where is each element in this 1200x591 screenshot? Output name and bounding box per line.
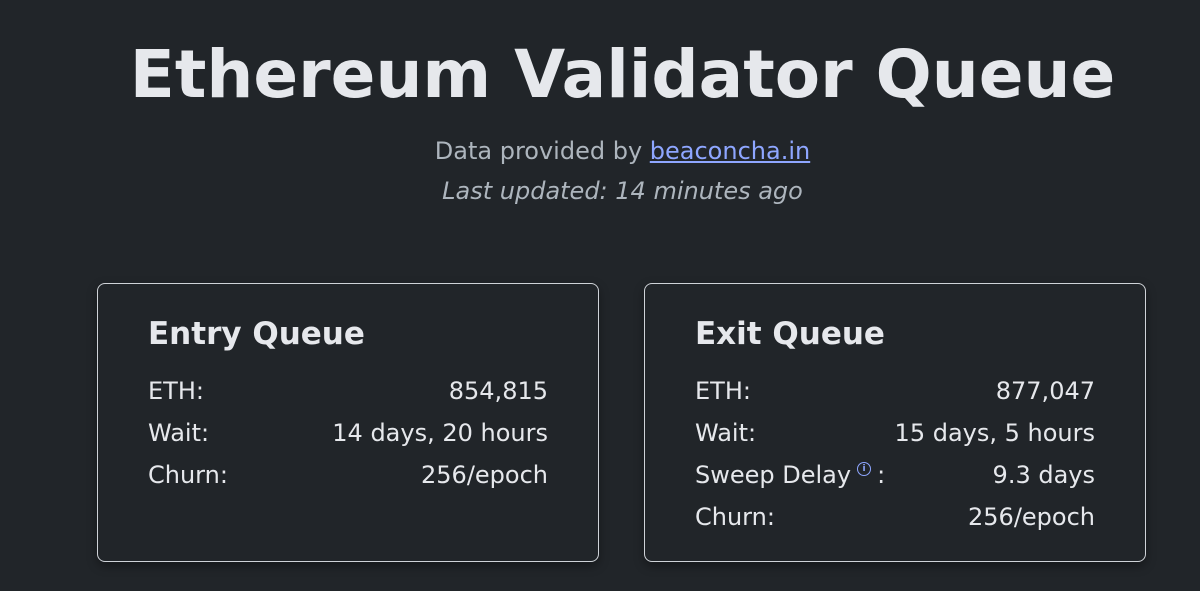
entry-eth-value: 854,815 — [448, 377, 548, 405]
entry-eth-label: ETH: — [148, 377, 204, 405]
beaconchain-link[interactable]: beaconcha.in — [650, 137, 810, 165]
exit-queue-card: Exit Queue ETH: 877,047 Wait: 15 days, 5… — [644, 283, 1146, 562]
exit-queue-stats: ETH: 877,047 Wait: 15 days, 5 hours Swee… — [695, 370, 1095, 538]
entry-churn-label: Churn: — [148, 461, 228, 489]
entry-queue-card: Entry Queue ETH: 854,815 Wait: 14 days, … — [97, 283, 599, 562]
exit-churn-label: Churn: — [695, 503, 775, 531]
page: Ethereum Validator Queue Data provided b… — [0, 0, 1200, 591]
exit-eth-value: 877,047 — [995, 377, 1095, 405]
exit-wait-row: Wait: 15 days, 5 hours — [695, 412, 1095, 454]
entry-churn-row: Churn: 256/epoch — [148, 454, 548, 496]
last-updated-text: Last updated: 14 minutes ago — [442, 177, 803, 205]
exit-sweep-delay-value: 9.3 days — [992, 461, 1095, 489]
exit-sweep-delay-row: Sweep Delay i: 9.3 days — [695, 454, 1095, 496]
data-source-prefix: Data provided by — [434, 137, 650, 165]
exit-sweep-delay-colon: : — [877, 461, 886, 489]
exit-eth-row: ETH: 877,047 — [695, 370, 1095, 412]
exit-wait-value: 15 days, 5 hours — [894, 419, 1095, 447]
entry-wait-value: 14 days, 20 hours — [332, 419, 548, 447]
entry-eth-row: ETH: 854,815 — [148, 370, 548, 412]
entry-wait-label: Wait: — [148, 419, 210, 447]
exit-sweep-delay-label-group: Sweep Delay i: — [695, 461, 885, 489]
data-source-line: Data provided by beaconcha.in — [0, 134, 1200, 168]
page-title: Ethereum Validator Queue — [129, 36, 1116, 113]
exit-queue-title: Exit Queue — [695, 316, 885, 352]
entry-churn-value: 256/epoch — [421, 461, 548, 489]
exit-wait-label: Wait: — [695, 419, 757, 447]
entry-queue-title: Entry Queue — [148, 316, 365, 352]
exit-churn-row: Churn: 256/epoch — [695, 496, 1095, 538]
info-icon[interactable]: i — [857, 462, 872, 476]
exit-eth-label: ETH: — [695, 377, 751, 405]
exit-churn-value: 256/epoch — [968, 503, 1095, 531]
entry-queue-stats: ETH: 854,815 Wait: 14 days, 20 hours Chu… — [148, 370, 548, 496]
exit-sweep-delay-label: Sweep Delay — [695, 461, 852, 489]
entry-wait-row: Wait: 14 days, 20 hours — [148, 412, 548, 454]
